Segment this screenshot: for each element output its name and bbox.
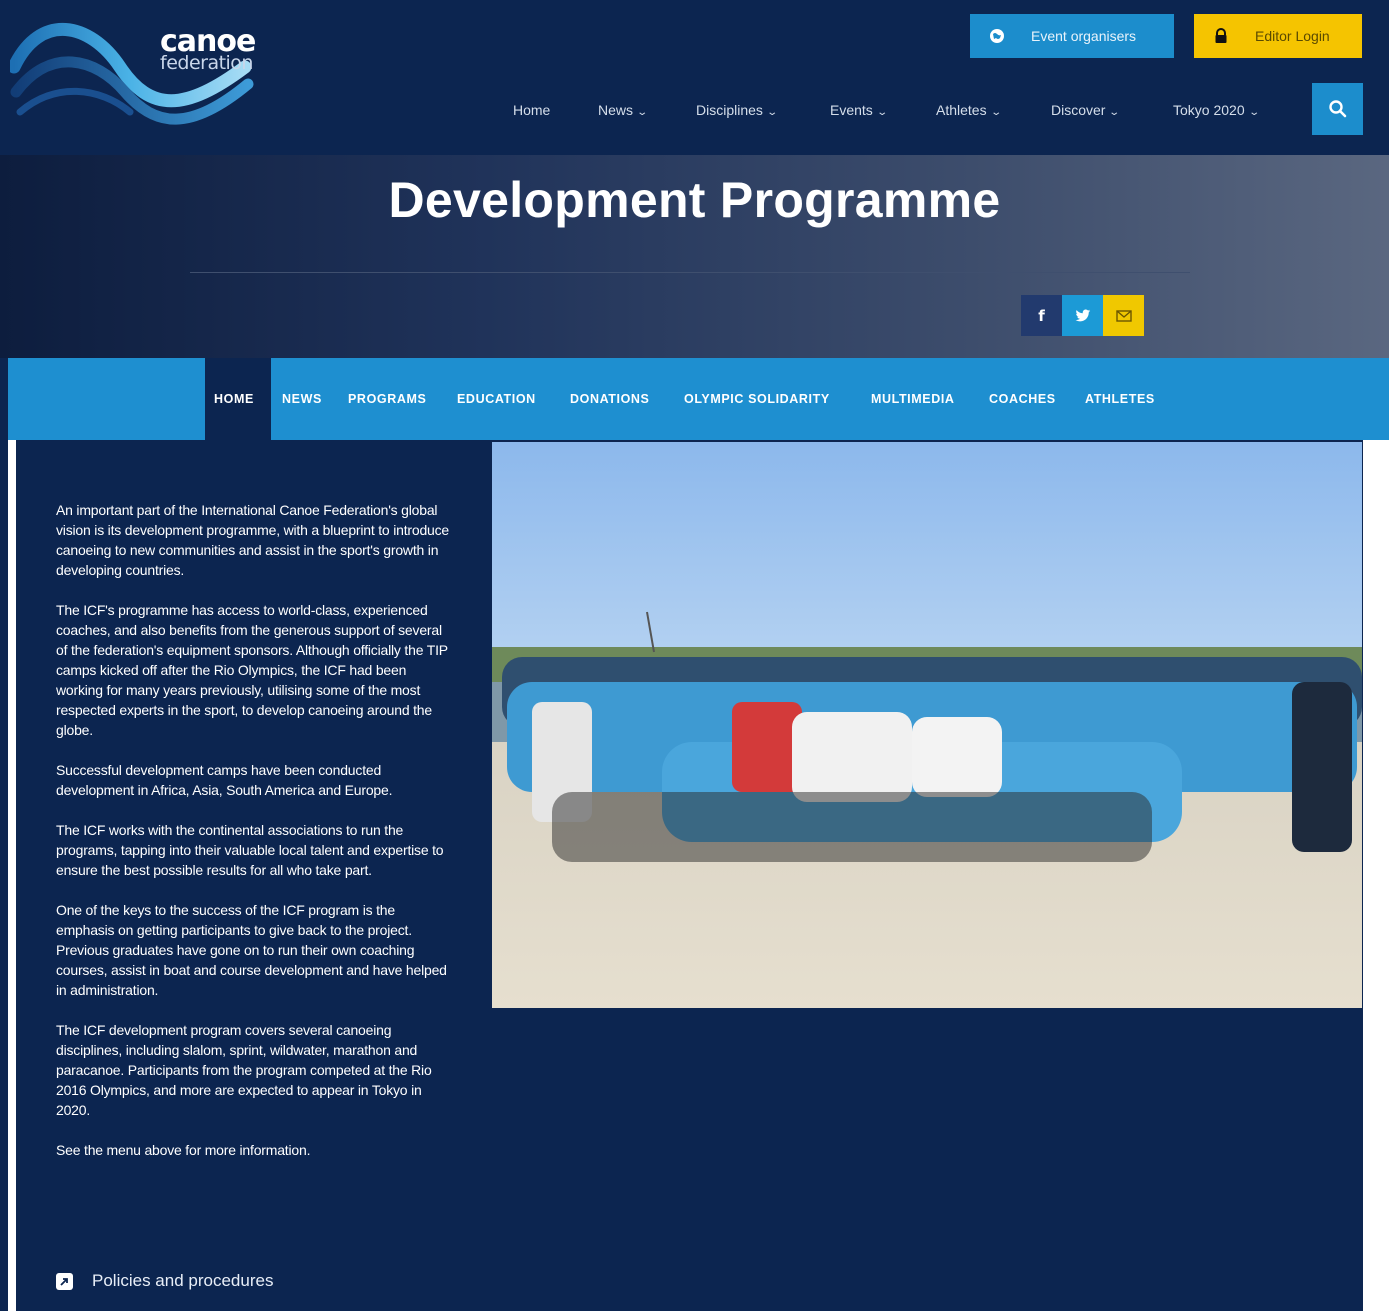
share-twitter-button[interactable] bbox=[1062, 295, 1103, 336]
nav-item-label: Tokyo 2020 bbox=[1173, 102, 1245, 118]
subnav-item-news[interactable]: NEWS bbox=[282, 391, 322, 407]
subnav-item-multimedia[interactable]: MULTIMEDIA bbox=[871, 391, 955, 407]
page-title: Development Programme bbox=[388, 172, 1001, 228]
nav-item-label: Events bbox=[830, 102, 873, 118]
nav-item-discover[interactable]: Discover ⌄ bbox=[1051, 96, 1121, 124]
event-organisers-button[interactable]: Event organisers bbox=[970, 14, 1174, 58]
page-hero: Development Programme f bbox=[0, 155, 1389, 358]
group-photo bbox=[492, 442, 1362, 1008]
subnav-item-coaches[interactable]: COACHES bbox=[989, 391, 1056, 407]
page: canoe federation Event organisers Editor… bbox=[0, 0, 1389, 1311]
chevron-down-icon: ⌄ bbox=[1108, 107, 1121, 118]
nav-item-label: Discover bbox=[1051, 102, 1106, 118]
twitter-icon bbox=[1075, 309, 1090, 321]
article-paragraph: An important part of the International C… bbox=[56, 502, 449, 578]
left-edge-stripe bbox=[0, 358, 8, 1311]
article-paragraph: The ICF development program covers sever… bbox=[56, 1022, 432, 1118]
nav-item-news[interactable]: News ⌄ bbox=[598, 96, 649, 124]
article-paragraph: See the menu above for more information. bbox=[56, 1142, 311, 1158]
site-header: canoe federation Event organisers Editor… bbox=[0, 0, 1389, 155]
subnav-item-olympic-solidarity[interactable]: OLYMPIC SOLIDARITY bbox=[684, 391, 830, 407]
nav-item-label: Home bbox=[513, 102, 551, 118]
nav-item-label: News bbox=[598, 102, 634, 118]
content-left-border bbox=[8, 440, 16, 1311]
chevron-down-icon: ⌄ bbox=[636, 107, 649, 118]
chevron-down-icon: ⌄ bbox=[766, 107, 778, 118]
nav-item-label: Athletes bbox=[936, 102, 987, 118]
editor-login-label: Editor Login bbox=[1255, 28, 1330, 44]
nav-item-disciplines[interactable]: Disciplines ⌄ bbox=[696, 96, 778, 124]
chevron-down-icon: ⌄ bbox=[1247, 107, 1260, 118]
search-icon bbox=[1328, 100, 1346, 118]
subnav-item-programs[interactable]: PROGRAMS bbox=[348, 391, 426, 407]
chevron-down-icon: ⌄ bbox=[876, 107, 888, 118]
nav-item-tokyo-2020[interactable]: Tokyo 2020 ⌄ bbox=[1173, 96, 1260, 124]
policies-link[interactable]: Policies and procedures bbox=[56, 1269, 273, 1293]
subnav-item-education[interactable]: EDUCATION bbox=[457, 391, 536, 407]
policies-link-label: Policies and procedures bbox=[92, 1271, 274, 1290]
editor-login-button[interactable]: Editor Login bbox=[1194, 14, 1362, 58]
nav-item-label: Disciplines bbox=[696, 102, 763, 118]
article-body: An important part of the International C… bbox=[56, 500, 452, 1180]
article-paragraph: The ICF works with the continental assoc… bbox=[56, 822, 444, 878]
subnav-item-donations[interactable]: DONATIONS bbox=[570, 391, 649, 407]
nav-item-athletes[interactable]: Athletes ⌄ bbox=[936, 96, 1002, 124]
search-button[interactable] bbox=[1312, 83, 1363, 135]
main-navigation: Home News ⌄ Disciplines ⌄ Events ⌄ Athletes… bbox=[0, 96, 1389, 124]
logo-subtitle: federation bbox=[160, 52, 253, 74]
hero-divider bbox=[190, 272, 1190, 273]
lock-icon bbox=[1207, 22, 1235, 50]
external-link-icon bbox=[56, 1272, 73, 1290]
subnav-item-home[interactable]: HOME bbox=[214, 391, 254, 407]
nav-item-home[interactable]: Home bbox=[513, 96, 550, 124]
share-email-button[interactable] bbox=[1103, 295, 1144, 336]
article-paragraph: One of the keys to the success of the IC… bbox=[56, 902, 447, 998]
email-icon bbox=[1115, 309, 1132, 322]
event-organisers-label: Event organisers bbox=[1031, 28, 1137, 44]
subnav-item-athletes[interactable]: ATHLETES bbox=[1085, 391, 1155, 407]
article-paragraph: The ICF's programme has access to world-… bbox=[56, 602, 448, 738]
section-subnav: HOME NEWS PROGRAMS EDUCATION DONATIONS O… bbox=[8, 358, 1389, 440]
share-facebook-button[interactable]: f bbox=[1021, 295, 1062, 336]
chevron-down-icon: ⌄ bbox=[989, 107, 1002, 118]
globe-icon bbox=[983, 22, 1011, 50]
nav-item-events[interactable]: Events ⌄ bbox=[830, 96, 888, 124]
facebook-icon: f bbox=[1038, 306, 1045, 325]
article-paragraph: Successful development camps have been c… bbox=[56, 762, 393, 798]
